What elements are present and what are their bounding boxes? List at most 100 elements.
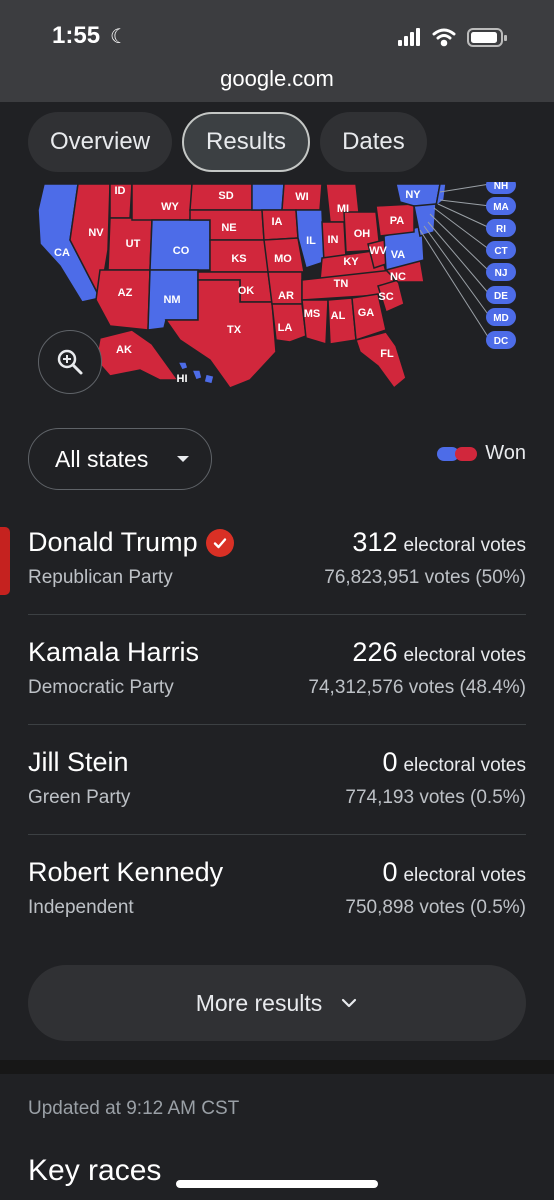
svg-text:RI: RI	[496, 224, 506, 235]
candidate-row-trump[interactable]: Donald Trump Republican Party 312 elector…	[0, 505, 526, 615]
candidate-name: Robert Kennedy	[28, 857, 224, 887]
label-hi: HI	[177, 373, 188, 385]
legend-label: Won	[485, 442, 526, 464]
candidate-name: Kamala Harris	[28, 637, 200, 667]
svg-text:MD: MD	[493, 313, 509, 324]
state-fl	[355, 331, 407, 390]
system-icons	[398, 26, 518, 53]
zoom-button[interactable]	[38, 330, 102, 394]
label-mo: MO	[274, 253, 292, 265]
candidate-party: Republican Party	[28, 567, 173, 588]
state-ak	[95, 329, 180, 381]
label-ia: IA	[272, 216, 283, 228]
label-wi: WI	[295, 191, 308, 203]
legend-rep-swatch	[455, 446, 478, 461]
state-hi-2	[190, 369, 203, 381]
label-il: IL	[306, 235, 316, 247]
ev-count: 312	[352, 527, 398, 557]
label-ny: NY	[405, 189, 421, 201]
label-ar: AR	[278, 290, 294, 302]
candidate-row-harris[interactable]: Kamala Harris Democratic Party 226 electo…	[28, 615, 526, 725]
tab-bar: Overview Results Dates	[28, 112, 427, 172]
candidate-name-text: Donald Trump	[28, 527, 198, 557]
label-ms: MS	[304, 308, 321, 320]
svg-text:MA: MA	[493, 202, 509, 213]
candidate-row-stein[interactable]: Jill Stein Green Party 0 electoral votes …	[28, 725, 526, 835]
label-id: ID	[115, 185, 126, 197]
ev-label: electoral votes	[403, 755, 526, 776]
ev-label: electoral votes	[403, 535, 526, 556]
winner-indicator	[0, 527, 10, 595]
updated-timestamp: Updated at 9:12 AM CST	[28, 1098, 240, 1119]
state-az	[95, 269, 151, 331]
caret-down-icon	[177, 456, 189, 462]
label-wy: WY	[161, 201, 179, 213]
candidate-name: Donald Trump	[28, 527, 234, 558]
ev-label: electoral votes	[403, 865, 526, 886]
label-ne: NE	[221, 222, 236, 234]
label-ks: KS	[231, 253, 246, 265]
tab-dates[interactable]: Dates	[320, 112, 427, 172]
url-bar[interactable]: google.com	[0, 62, 554, 102]
section-divider	[0, 1060, 554, 1074]
label-fl: FL	[380, 348, 394, 360]
key-races-heading: Key races	[28, 1154, 162, 1187]
label-ca: CA	[54, 247, 70, 259]
state-mn	[251, 183, 285, 211]
ev-count: 0	[382, 857, 398, 887]
label-nc: NC	[390, 271, 406, 283]
candidate-row-kennedy[interactable]: Robert Kennedy Independent 0 electoral vo…	[28, 835, 526, 944]
battery-icon	[467, 28, 507, 47]
label-sc: SC	[378, 291, 393, 303]
label-tn: TN	[334, 278, 349, 290]
popular-votes: 74,312,576 votes (48.4%)	[308, 677, 526, 698]
label-pa: PA	[390, 215, 405, 227]
candidate-party: Green Party	[28, 787, 131, 808]
more-results-label: More results	[195, 989, 323, 1016]
state-ms	[301, 299, 329, 345]
status-time: 1:55	[52, 22, 101, 49]
zoom-in-icon	[57, 349, 83, 375]
label-co: CO	[173, 245, 190, 257]
label-az: AZ	[118, 287, 133, 299]
label-mi: MI	[337, 203, 349, 215]
candidate-party: Independent	[28, 897, 134, 918]
label-oh: OH	[354, 228, 371, 240]
label-sd: SD	[218, 190, 233, 202]
tab-overview[interactable]: Overview	[28, 112, 173, 172]
label-ga: GA	[358, 307, 375, 319]
label-nm: NM	[163, 294, 180, 306]
label-al: AL	[331, 310, 346, 322]
home-indicator[interactable]	[176, 1180, 378, 1188]
popular-votes: 774,193 votes (0.5%)	[345, 787, 526, 808]
state-hi-3	[203, 373, 215, 385]
label-wv: WV	[369, 245, 387, 257]
svg-text:DE: DE	[494, 291, 508, 302]
popular-votes: 76,823,951 votes (50%)	[324, 567, 526, 588]
more-results-button[interactable]: More results	[28, 965, 526, 1041]
electoral-votes: 226 electoral votes	[352, 637, 526, 668]
label-in: IN	[328, 234, 339, 246]
legend: Won	[437, 442, 526, 465]
tab-results[interactable]: Results	[182, 112, 311, 172]
label-ak: AK	[116, 344, 132, 356]
svg-text:CT: CT	[494, 246, 507, 257]
wifi-icon	[432, 28, 456, 47]
electoral-votes: 0 electoral votes	[382, 857, 526, 888]
svg-text:NH: NH	[494, 182, 508, 192]
chevron-down-icon	[342, 998, 357, 1008]
state-filter-dropdown[interactable]: All states	[28, 428, 212, 490]
winner-check-icon	[205, 528, 234, 557]
label-ky: KY	[343, 256, 359, 268]
label-va: VA	[391, 249, 406, 261]
url-text: google.com	[220, 66, 334, 91]
status-bar: 1:55 ☾	[0, 0, 554, 62]
popular-votes: 750,898 votes (0.5%)	[345, 897, 526, 918]
electoral-votes: 312 electoral votes	[352, 527, 526, 558]
candidate-name: Jill Stein	[28, 747, 129, 777]
ev-count: 226	[352, 637, 398, 667]
candidate-list: Donald Trump Republican Party 312 elector…	[0, 505, 554, 944]
state-hi-1	[176, 361, 189, 371]
ev-label: electoral votes	[403, 645, 526, 666]
label-la: LA	[278, 322, 293, 334]
